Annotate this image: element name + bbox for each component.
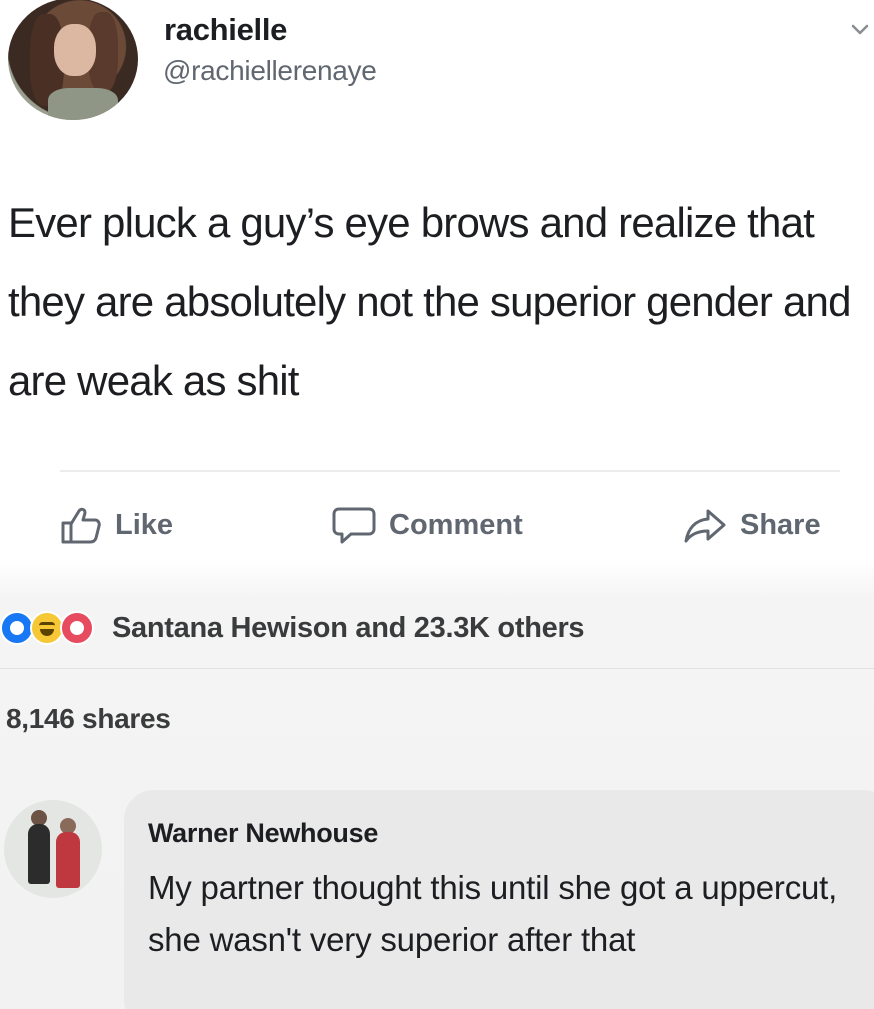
- divider: [0, 668, 874, 669]
- thumbs-up-icon: [61, 507, 101, 544]
- share-arrow-icon: [684, 509, 726, 543]
- reaction-count-text: Santana Hewison and 23.3K others: [112, 611, 585, 644]
- like-button[interactable]: Like: [57, 505, 173, 545]
- comment-bubble-icon: [332, 507, 376, 544]
- post-header: rachielle @rachiellerenaye: [0, 0, 874, 140]
- post-screenshot: rachielle @rachiellerenaye Ever pluck a …: [0, 0, 874, 1009]
- commenter-name[interactable]: Warner Newhouse: [148, 818, 378, 849]
- love-reaction-icon: [60, 611, 94, 645]
- chevron-down-icon[interactable]: [850, 20, 870, 40]
- share-button[interactable]: Share: [682, 505, 821, 545]
- action-bar: Like Comment Share: [0, 495, 874, 555]
- author-name[interactable]: rachielle: [164, 12, 287, 48]
- like-label: Like: [115, 508, 174, 541]
- haha-reaction-icon: [30, 611, 64, 645]
- reactions-summary[interactable]: Santana Hewison and 23.3K others: [0, 605, 585, 651]
- comment-button[interactable]: Comment: [331, 505, 523, 545]
- comment-text: My partner thought this until she got a …: [148, 869, 838, 958]
- reaction-icons: [0, 611, 94, 645]
- like-reaction-icon: [0, 611, 34, 645]
- comment-bubble: Warner Newhouse My partner thought this …: [124, 790, 874, 1009]
- comment: Warner Newhouse My partner thought this …: [0, 790, 874, 1009]
- commenter-avatar[interactable]: [4, 800, 102, 898]
- comment-label: Comment: [389, 508, 523, 541]
- author-avatar[interactable]: [8, 0, 138, 120]
- author-handle[interactable]: @rachiellerenaye: [163, 55, 377, 87]
- post-text: Ever pluck a guy’s eye brows and realize…: [8, 199, 851, 404]
- shares-count[interactable]: 8,146 shares: [6, 703, 171, 735]
- share-label: Share: [740, 508, 821, 541]
- divider: [60, 470, 840, 472]
